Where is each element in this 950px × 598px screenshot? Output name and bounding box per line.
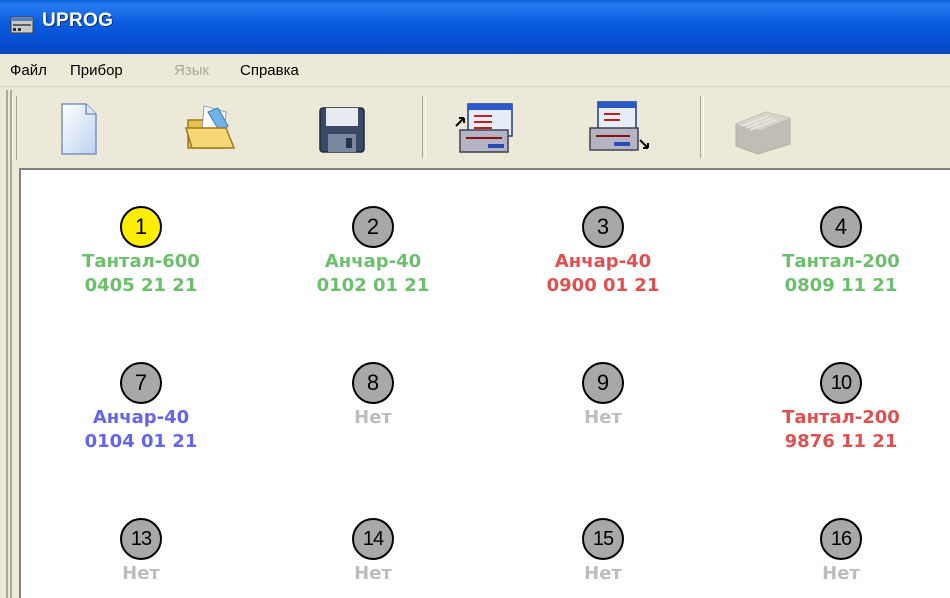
open-folder-icon: [184, 105, 236, 149]
device-name: Нет: [354, 407, 392, 428]
device-slot-9[interactable]: 9 Нет: [513, 362, 693, 430]
device-name: Анчар-40: [324, 251, 422, 272]
device-button[interactable]: [728, 98, 791, 158]
device-name: Нет: [584, 563, 622, 584]
device-serial: 9876 11 21: [784, 431, 898, 452]
slot-number-badge[interactable]: 8: [352, 362, 394, 404]
device-serial: 0102 01 21: [316, 275, 430, 296]
device-grid: 1 Тантал-600 0405 21 21 2 Анчар-40 0102 …: [19, 168, 950, 598]
save-disk-icon: [319, 107, 365, 153]
device-name: Анчар-40: [554, 251, 652, 272]
device-slot-16[interactable]: 16 Нет: [751, 518, 931, 586]
new-document-icon: [61, 103, 97, 155]
device-serial: 0809 11 21: [784, 275, 898, 296]
slot-number-badge[interactable]: 9: [582, 362, 624, 404]
device-slot-10[interactable]: 10 Тантал-200 9876 11 21: [751, 362, 931, 454]
slot-number-badge[interactable]: 1: [120, 206, 162, 248]
device-slot-7[interactable]: 7 Анчар-40 0104 01 21: [51, 362, 231, 454]
device-slot-2[interactable]: 2 Анчар-40 0102 01 21: [283, 206, 463, 298]
device-name: Нет: [822, 563, 860, 584]
device-name: Нет: [122, 563, 160, 584]
slot-number-badge[interactable]: 13: [120, 518, 162, 560]
save-button[interactable]: [312, 98, 372, 158]
slot-number-badge[interactable]: 10: [820, 362, 862, 404]
device-name: Тантал-600: [82, 251, 200, 272]
device-slot-14[interactable]: 14 Нет: [283, 518, 463, 586]
menu-language[interactable]: Язык: [174, 62, 209, 79]
menu-device[interactable]: Прибор: [70, 62, 123, 79]
slot-number-badge[interactable]: 16: [820, 518, 862, 560]
device-serial: 0900 01 21: [546, 275, 660, 296]
slot-number-badge[interactable]: 4: [820, 206, 862, 248]
device-name: Анчар-40: [92, 407, 190, 428]
slot-number-badge[interactable]: 14: [352, 518, 394, 560]
device-serial: 0405 21 21: [84, 275, 198, 296]
menu-help[interactable]: Справка: [240, 62, 299, 79]
device-slot-13[interactable]: 13 Нет: [51, 518, 231, 586]
device-slot-1[interactable]: 1 Тантал-600 0405 21 21: [51, 206, 231, 298]
read-device-button[interactable]: [452, 98, 513, 158]
device-name: Нет: [354, 563, 392, 584]
open-button[interactable]: [180, 98, 240, 158]
device-name: Нет: [584, 407, 622, 428]
device-slot-15[interactable]: 15 Нет: [513, 518, 693, 586]
new-button[interactable]: [48, 98, 108, 158]
toolbar-separator: [700, 96, 704, 158]
slot-number-badge[interactable]: 15: [582, 518, 624, 560]
device-name: Тантал-200: [782, 251, 900, 272]
toolbar-separator: [422, 96, 426, 158]
write-device-icon: [589, 101, 649, 151]
device-slot-3[interactable]: 3 Анчар-40 0900 01 21: [513, 206, 693, 298]
device-slot-8[interactable]: 8 Нет: [283, 362, 463, 430]
window-title: UPROG: [42, 10, 114, 31]
frame-border: [10, 90, 12, 598]
read-device-icon: [455, 103, 513, 153]
device-icon: [735, 111, 791, 155]
slot-number-badge[interactable]: 7: [120, 362, 162, 404]
device-name: Тантал-200: [782, 407, 900, 428]
write-device-button[interactable]: [584, 98, 649, 158]
device-slot-4[interactable]: 4 Тантал-200 0809 11 21: [751, 206, 931, 298]
frame-border: [6, 90, 8, 598]
toolbar-grip[interactable]: [12, 96, 17, 160]
device-serial: 0104 01 21: [84, 431, 198, 452]
slot-number-badge[interactable]: 2: [352, 206, 394, 248]
menu-bar: Файл Прибор Язык Справка: [0, 54, 950, 87]
app-icon: [10, 16, 34, 34]
slot-number-badge[interactable]: 3: [582, 206, 624, 248]
menu-file[interactable]: Файл: [10, 62, 47, 79]
title-bar[interactable]: UPROG: [0, 0, 950, 54]
